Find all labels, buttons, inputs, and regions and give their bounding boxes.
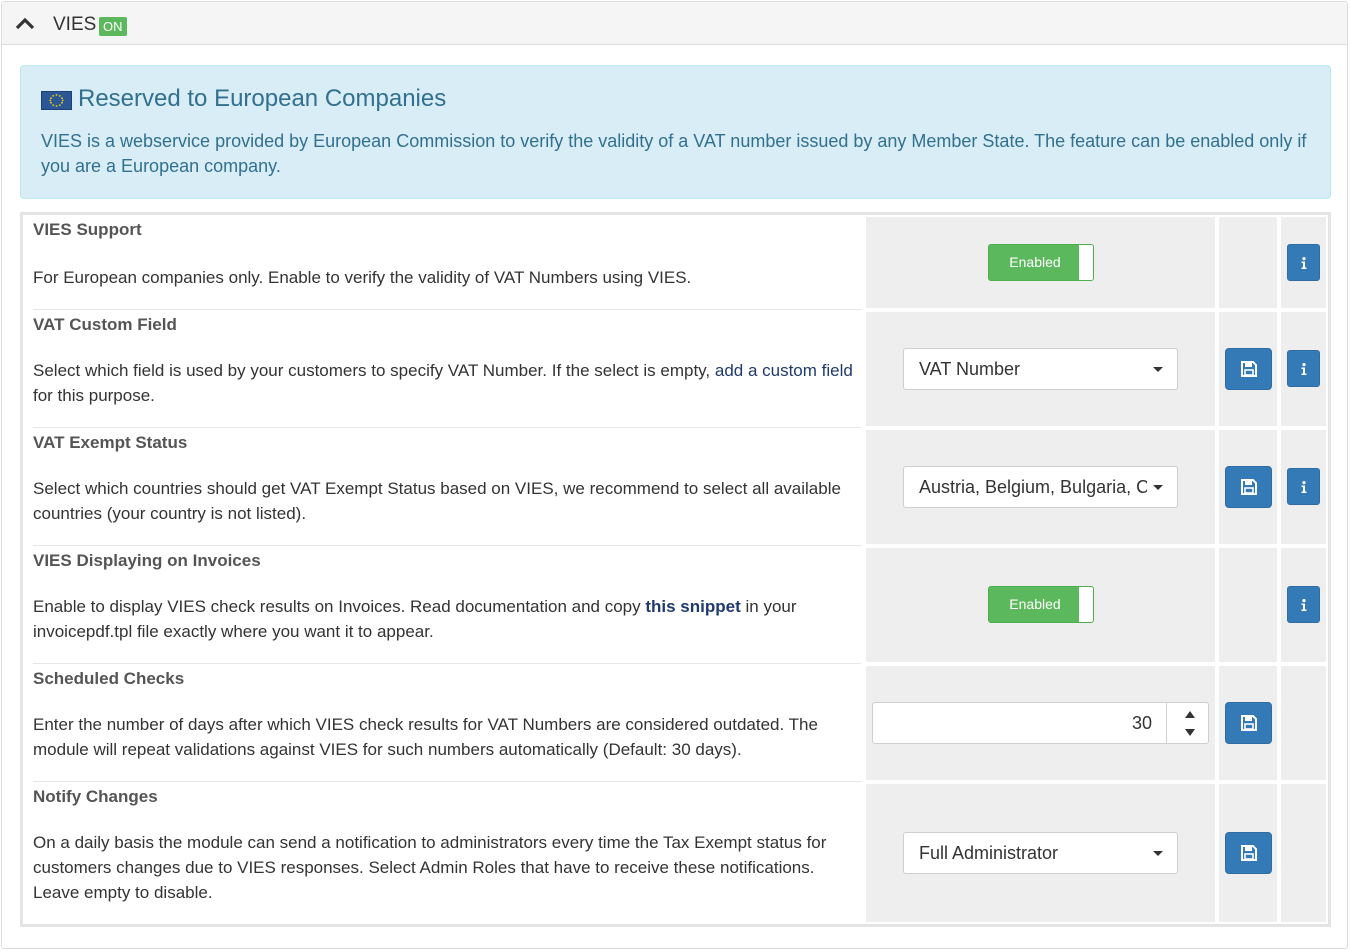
select-value: VAT Number <box>919 359 1021 379</box>
save-cell <box>1219 312 1277 426</box>
setting-text: VIES Displaying on Invoices Enable to di… <box>33 546 861 664</box>
toggle-knob <box>1079 587 1093 622</box>
save-cell <box>1219 784 1277 922</box>
setting-description: On a daily basis the module can send a n… <box>33 833 827 902</box>
toggle-label: Enabled <box>1009 254 1061 270</box>
control-cell <box>866 666 1215 780</box>
save-button[interactable] <box>1225 348 1272 390</box>
spin-up-icon[interactable] <box>1185 711 1195 718</box>
info-icon <box>1301 363 1307 375</box>
toggle-label: Enabled <box>1009 596 1061 612</box>
caret-down-icon <box>1153 485 1163 490</box>
setting-row-vat-custom-field: VAT Custom Field Select which field is u… <box>23 310 1328 428</box>
setting-title: VAT Custom Field <box>33 315 177 334</box>
control-cell: Enabled <box>866 217 1215 308</box>
setting-description: Enable to display VIES check results on … <box>33 597 797 641</box>
setting-text: VAT Exempt Status Select which countries… <box>33 428 861 546</box>
caret-down-icon <box>1153 851 1163 856</box>
setting-text: Notify Changes On a daily basis the modu… <box>33 782 861 924</box>
vat-field-select[interactable]: VAT Number <box>903 348 1178 390</box>
vies-panel: VIES ON Reserved to European Companies V… <box>1 1 1348 949</box>
save-button[interactable] <box>1225 466 1272 508</box>
admin-roles-select[interactable]: Full Administrator <box>903 832 1178 874</box>
setting-title: Scheduled Checks <box>33 669 185 688</box>
select-value: Austria, Belgium, Bulgaria, Croatia, Cyp… <box>919 477 1147 497</box>
setting-row-vat-exempt-status: VAT Exempt Status Select which countries… <box>23 428 1328 546</box>
setting-title: VIES Support <box>33 220 142 239</box>
panel-header[interactable]: VIES ON <box>2 2 1347 45</box>
setting-description: Select which field is used by your custo… <box>33 361 853 405</box>
setting-row-scheduled-checks: Scheduled Checks Enter the number of day… <box>23 664 1328 782</box>
toggle-knob <box>1079 245 1093 280</box>
floppy-disk-icon <box>1241 479 1257 495</box>
info-cell <box>1281 548 1326 662</box>
info-icon <box>1301 481 1307 493</box>
save-button[interactable] <box>1225 832 1272 874</box>
info-cell <box>1281 784 1326 922</box>
setting-text: VAT Custom Field Select which field is u… <box>33 310 861 428</box>
save-cell <box>1219 666 1277 780</box>
info-cell <box>1281 312 1326 426</box>
chevron-up-icon[interactable] <box>14 16 36 32</box>
info-alert: Reserved to European Companies VIES is a… <box>20 65 1331 199</box>
setting-title: VIES Displaying on Invoices <box>33 551 261 570</box>
info-cell <box>1281 217 1326 308</box>
setting-title: Notify Changes <box>33 787 158 806</box>
save-button[interactable] <box>1225 702 1272 744</box>
floppy-disk-icon <box>1241 361 1257 377</box>
days-input[interactable] <box>873 703 1167 743</box>
caret-down-icon <box>1153 367 1163 372</box>
info-button[interactable] <box>1287 586 1320 623</box>
spin-down-icon[interactable] <box>1185 729 1195 736</box>
status-badge: ON <box>99 17 127 36</box>
save-cell <box>1219 430 1277 544</box>
info-button[interactable] <box>1287 350 1320 387</box>
floppy-disk-icon <box>1241 845 1257 861</box>
control-cell: Austria, Belgium, Bulgaria, Croatia, Cyp… <box>866 430 1215 544</box>
add-custom-field-link[interactable]: add a custom field <box>715 361 853 380</box>
control-cell: Full Administrator <box>866 784 1215 922</box>
save-cell <box>1219 548 1277 662</box>
invoice-display-toggle[interactable]: Enabled <box>988 586 1094 623</box>
info-button[interactable] <box>1287 244 1320 281</box>
setting-text: Scheduled Checks Enter the number of day… <box>33 664 861 782</box>
setting-row-vies-on-invoices: VIES Displaying on Invoices Enable to di… <box>23 546 1328 664</box>
eu-flag-icon <box>41 91 72 110</box>
control-cell: VAT Number <box>866 312 1215 426</box>
setting-description: Select which countries should get VAT Ex… <box>33 479 841 523</box>
setting-row-vies-support: VIES Support For European companies only… <box>23 215 1328 310</box>
info-cell <box>1281 430 1326 544</box>
vies-support-toggle[interactable]: Enabled <box>988 244 1094 281</box>
floppy-disk-icon <box>1241 715 1257 731</box>
alert-text: VIES is a webservice provided by Europea… <box>41 131 1307 176</box>
setting-text: VIES Support For European companies only… <box>33 215 861 310</box>
info-icon <box>1301 257 1307 269</box>
settings-table: VIES Support For European companies only… <box>20 212 1331 927</box>
info-icon <box>1301 599 1307 611</box>
info-cell <box>1281 666 1326 780</box>
info-button[interactable] <box>1287 468 1320 505</box>
snippet-link[interactable]: this snippet <box>645 597 740 616</box>
panel-title: VIES <box>53 14 97 35</box>
save-cell <box>1219 217 1277 308</box>
setting-row-notify-changes: Notify Changes On a daily basis the modu… <box>23 782 1328 924</box>
exempt-countries-select[interactable]: Austria, Belgium, Bulgaria, Croatia, Cyp… <box>903 466 1178 508</box>
control-cell: Enabled <box>866 548 1215 662</box>
alert-title: Reserved to European Companies <box>78 85 447 112</box>
setting-title: VAT Exempt Status <box>33 433 188 452</box>
days-number-field <box>872 702 1209 744</box>
setting-description: Enter the number of days after which VIE… <box>33 715 818 759</box>
setting-description: For European companies only. Enable to v… <box>33 268 692 287</box>
select-value: Full Administrator <box>919 843 1059 863</box>
